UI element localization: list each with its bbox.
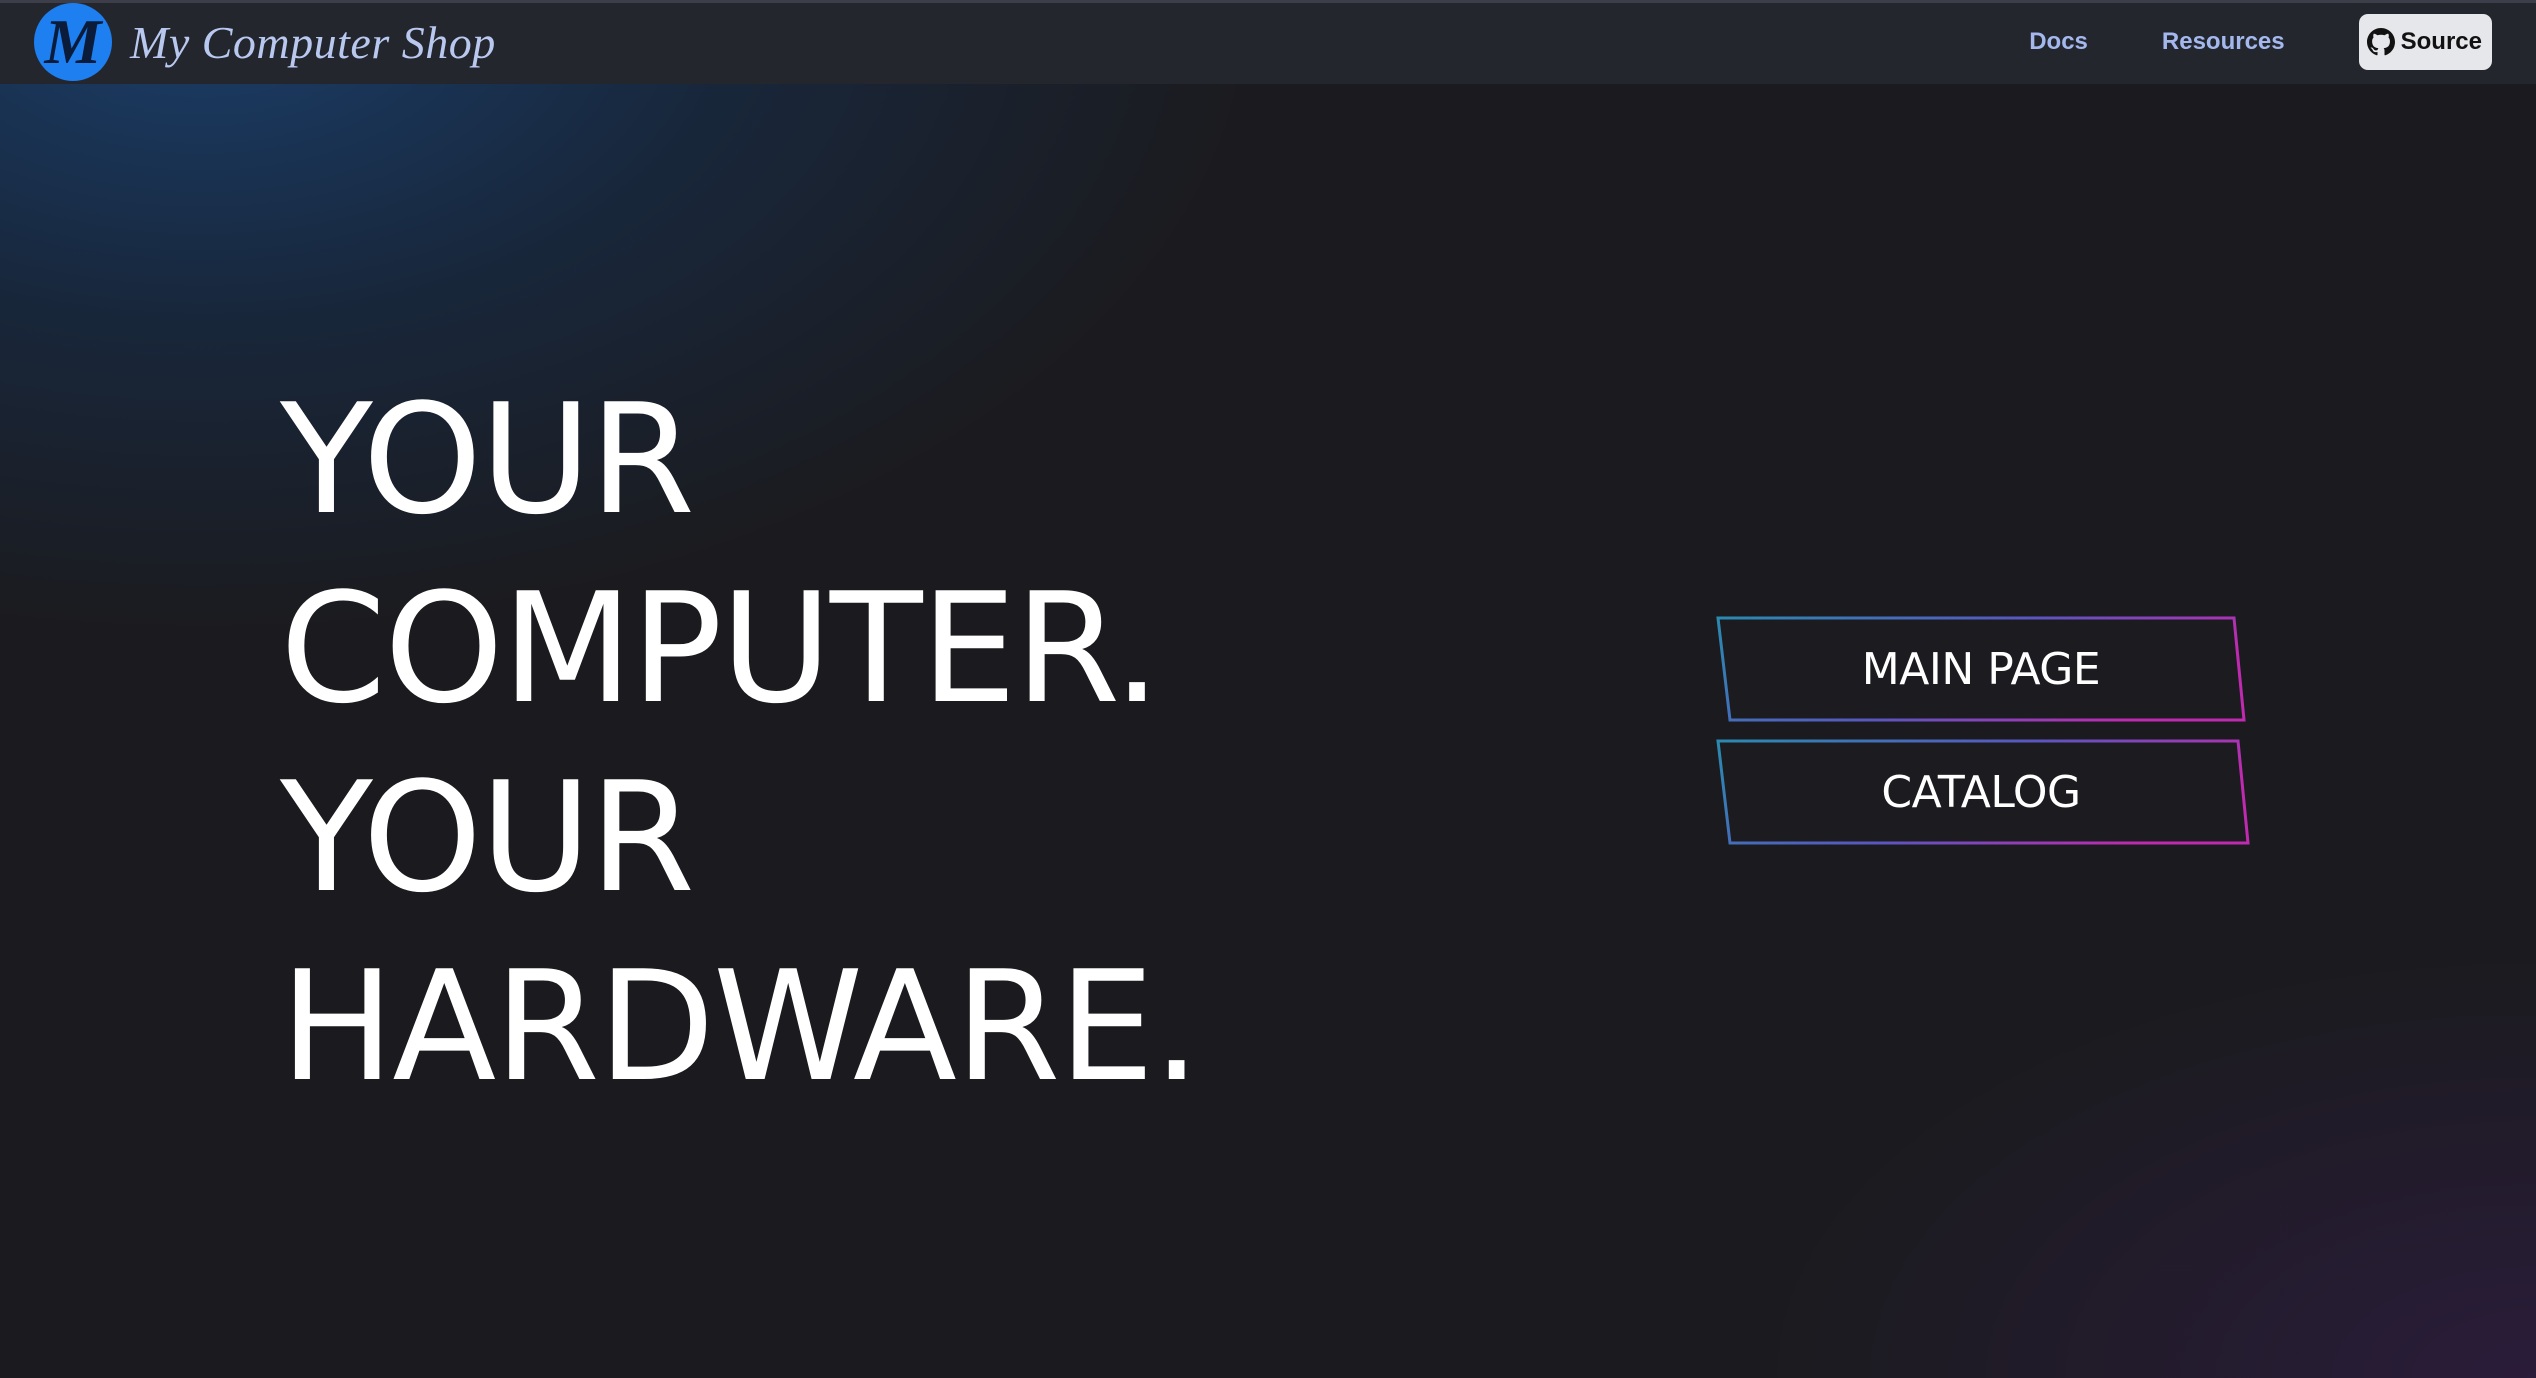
catalog-button-label: CATALOG [1881, 766, 2081, 818]
hero-line-3: YOUR [280, 749, 695, 926]
brand-home-link[interactable]: M My Computer Shop [34, 0, 496, 84]
github-icon [2366, 28, 2395, 56]
source-button-label: Source [2400, 28, 2482, 55]
hero-line-2: COMPUTER. [280, 560, 1161, 737]
hero-line-4: HARDWARE. [280, 938, 1201, 1115]
brand-logo: M [34, 3, 112, 81]
brand-name: My Computer Shop [130, 16, 496, 68]
top-navbar: M My Computer Shop Docs Resources Source [0, 0, 2536, 84]
logo-letter: M [44, 6, 102, 77]
nav-link-resources[interactable]: Resources [2162, 28, 2285, 56]
page: M My Computer Shop Docs Resources Source… [0, 0, 2536, 1378]
hero-headline: YOUR COMPUTER. YOUR HARDWARE. [280, 365, 1480, 1121]
nav-links: Docs Resources Source [2029, 0, 2492, 84]
catalog-button[interactable]: CATALOG [1716, 739, 2250, 845]
main-page-button-label: MAIN PAGE [1861, 643, 2101, 695]
hero-line-1: YOUR [280, 371, 695, 548]
nav-link-docs[interactable]: Docs [2029, 28, 2088, 56]
source-button[interactable]: Source [2358, 14, 2492, 70]
main-page-button[interactable]: MAIN PAGE [1716, 616, 2246, 722]
